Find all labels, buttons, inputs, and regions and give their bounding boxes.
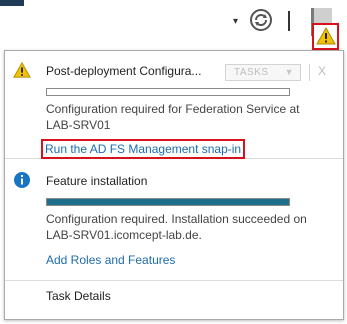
refresh-icon[interactable] (249, 8, 273, 32)
toolbar-separator (288, 11, 290, 31)
tasks-button[interactable]: TASKS ▼ (225, 64, 301, 81)
divider (309, 64, 310, 81)
notification-flag-icon[interactable] (305, 6, 339, 50)
notifications-popup: Post-deployment Configura... TASKS ▼ X C… (4, 50, 344, 320)
warning-icon (316, 27, 336, 45)
add-roles-features-link[interactable]: Add Roles and Features (46, 253, 175, 267)
dropdown-caret-icon[interactable]: ▾ (233, 16, 238, 27)
notification-title: Post-deployment Configura... (46, 64, 202, 78)
close-button[interactable]: X (318, 64, 326, 78)
notification-item-feature-installation: Feature installation Configuration requi… (5, 161, 343, 281)
notification-description: Configuration required. Installation suc… (46, 212, 307, 242)
task-details-link[interactable]: Task Details (46, 289, 111, 303)
server-manager-toolbar: ▾ (0, 0, 347, 50)
progress-bar (46, 88, 290, 96)
flag-cloth (314, 8, 332, 24)
warning-icon (13, 61, 31, 78)
adfs-snapin-link[interactable]: Run the AD FS Management snap-in (41, 139, 246, 159)
window-edge (0, 0, 24, 6)
info-icon (14, 172, 30, 188)
notification-item-post-deployment: Post-deployment Configura... TASKS ▼ X C… (5, 51, 343, 159)
notification-description: Configuration required for Federation Se… (46, 102, 300, 132)
progress-bar (46, 198, 290, 206)
notification-title: Feature installation (46, 174, 148, 188)
tasks-label: TASKS (234, 67, 269, 78)
chevron-down-icon: ▼ (284, 67, 294, 77)
progress-fill (47, 199, 289, 205)
